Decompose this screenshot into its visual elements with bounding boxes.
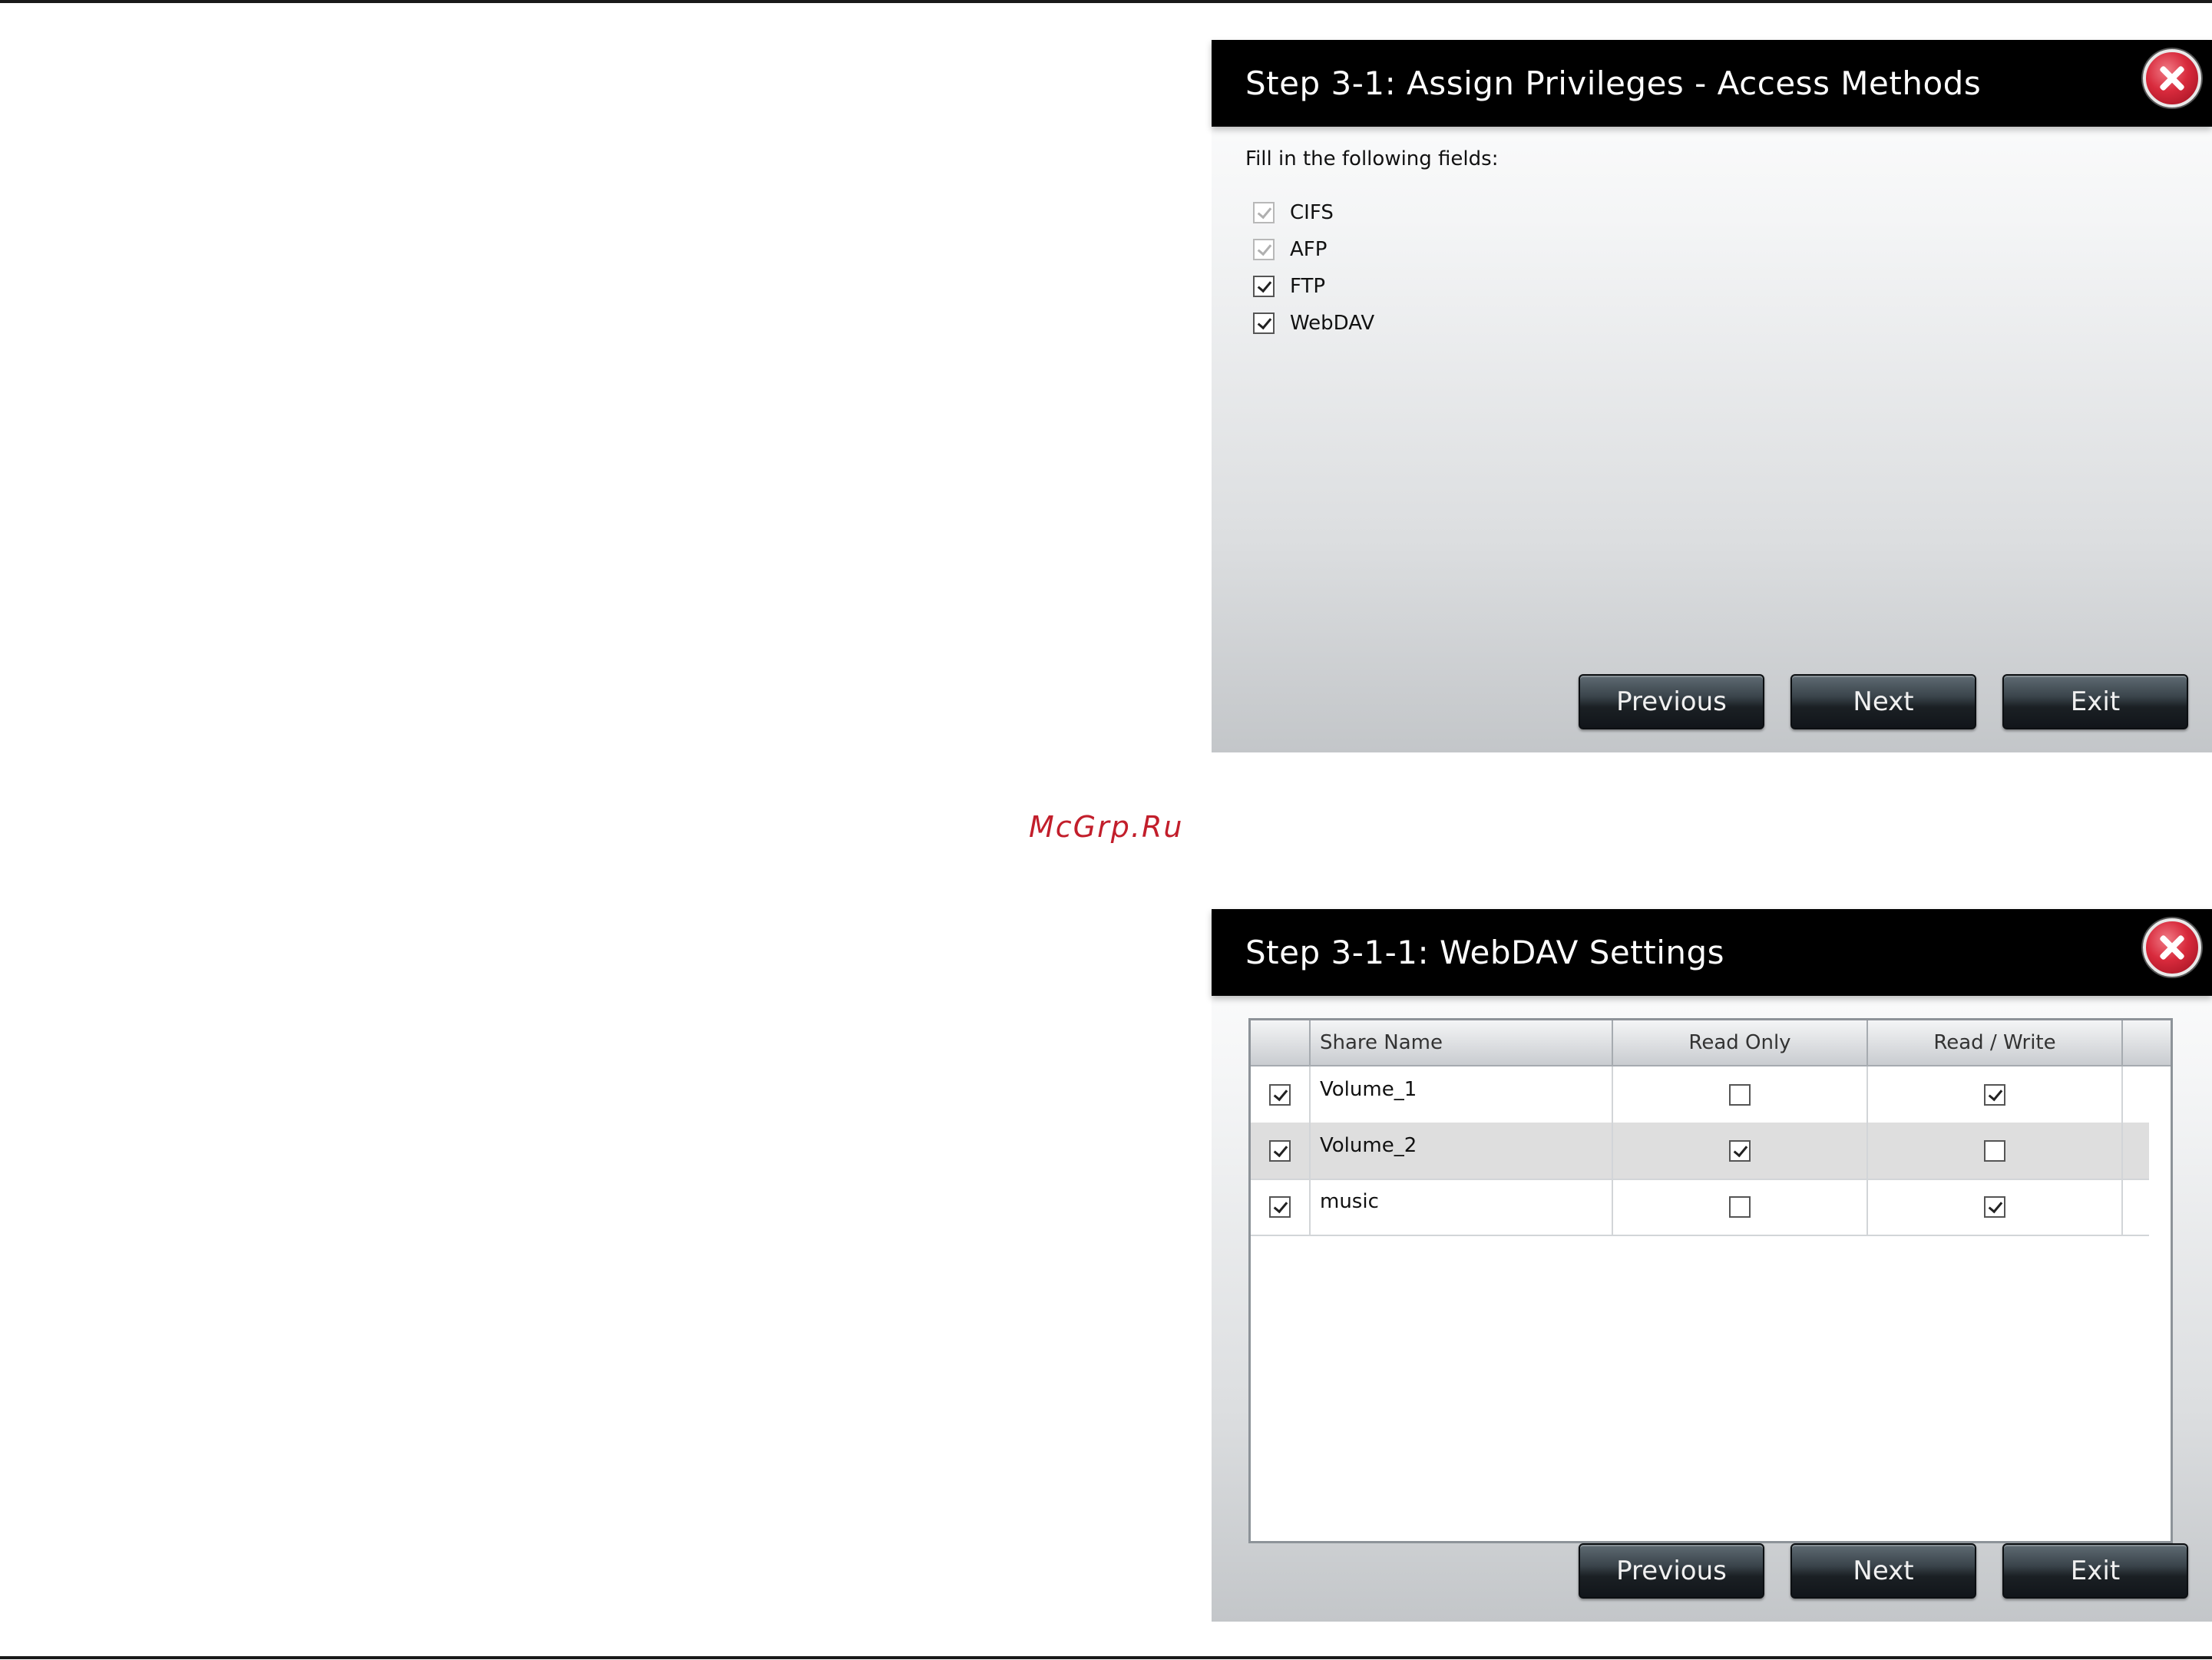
grid-header: Share Name Read Only Read / Write xyxy=(1251,1020,2171,1066)
watermark: McGrp.Ru xyxy=(1029,810,1184,844)
next-button[interactable]: Next xyxy=(1790,674,1976,729)
ftp-checkbox[interactable] xyxy=(1253,276,1275,297)
header-select xyxy=(1251,1020,1311,1065)
read-only-checkbox[interactable] xyxy=(1729,1139,1751,1162)
read-only-checkbox[interactable] xyxy=(1729,1083,1751,1106)
method-label: CIFS xyxy=(1290,201,1334,224)
dialog-title-bar: Step 3-1: Assign Privileges - Access Met… xyxy=(1212,40,2212,127)
method-ftp: FTP xyxy=(1253,273,1325,299)
method-label: AFP xyxy=(1290,238,1328,261)
cifs-checkbox xyxy=(1253,202,1275,223)
next-button[interactable]: Next xyxy=(1790,1543,1976,1599)
webdav-checkbox[interactable] xyxy=(1253,312,1275,334)
button-row: Previous Next Exit xyxy=(1579,674,2188,729)
header-read-only[interactable]: Read Only xyxy=(1613,1020,1868,1065)
table-row[interactable]: Volume_1 xyxy=(1251,1066,2149,1124)
previous-button[interactable]: Previous xyxy=(1579,1543,1764,1599)
bottom-rule xyxy=(0,1656,2212,1659)
read-write-checkbox[interactable] xyxy=(1984,1139,2005,1162)
method-afp: AFP xyxy=(1253,236,1327,263)
method-label: FTP xyxy=(1290,275,1326,298)
top-rule xyxy=(0,0,2212,3)
header-share-name[interactable]: Share Name xyxy=(1311,1020,1613,1065)
read-write-checkbox[interactable] xyxy=(1984,1195,2005,1218)
previous-button[interactable]: Previous xyxy=(1579,674,1764,729)
dialog-title: Step 3-1-1: WebDAV Settings xyxy=(1245,934,1725,971)
read-only-checkbox[interactable] xyxy=(1729,1195,1751,1218)
webdav-settings-dialog: Step 3-1-1: WebDAV Settings Share Name R… xyxy=(1212,909,2212,1622)
row-select-checkbox[interactable] xyxy=(1269,1139,1291,1162)
share-name-cell: Volume_2 xyxy=(1311,1123,1613,1179)
share-grid: Share Name Read Only Read / Write Volume… xyxy=(1248,1018,2173,1543)
instruction-text: Fill in the following fields: xyxy=(1245,147,1499,170)
row-select-checkbox[interactable] xyxy=(1269,1083,1291,1106)
dialog-title: Step 3-1: Assign Privileges - Access Met… xyxy=(1245,64,1982,102)
dialog-title-bar: Step 3-1-1: WebDAV Settings xyxy=(1212,909,2212,996)
read-write-checkbox[interactable] xyxy=(1984,1083,2005,1106)
method-webdav: WebDAV xyxy=(1253,310,1374,336)
table-row[interactable]: music xyxy=(1251,1179,2149,1236)
header-read-write[interactable]: Read / Write xyxy=(1868,1020,2123,1065)
exit-button[interactable]: Exit xyxy=(2002,674,2188,729)
close-icon[interactable] xyxy=(2143,918,2201,977)
afp-checkbox xyxy=(1253,239,1275,260)
method-label: WebDAV xyxy=(1290,312,1375,335)
button-row: Previous Next Exit xyxy=(1579,1543,2188,1599)
share-name-cell: music xyxy=(1311,1179,1613,1235)
access-methods-dialog: Step 3-1: Assign Privileges - Access Met… xyxy=(1212,40,2212,752)
row-select-checkbox[interactable] xyxy=(1269,1195,1291,1218)
method-cifs: CIFS xyxy=(1253,200,1334,226)
table-row[interactable]: Volume_2 xyxy=(1251,1123,2149,1180)
share-name-cell: Volume_1 xyxy=(1311,1066,1613,1123)
exit-button[interactable]: Exit xyxy=(2002,1543,2188,1599)
close-icon[interactable] xyxy=(2143,49,2201,107)
